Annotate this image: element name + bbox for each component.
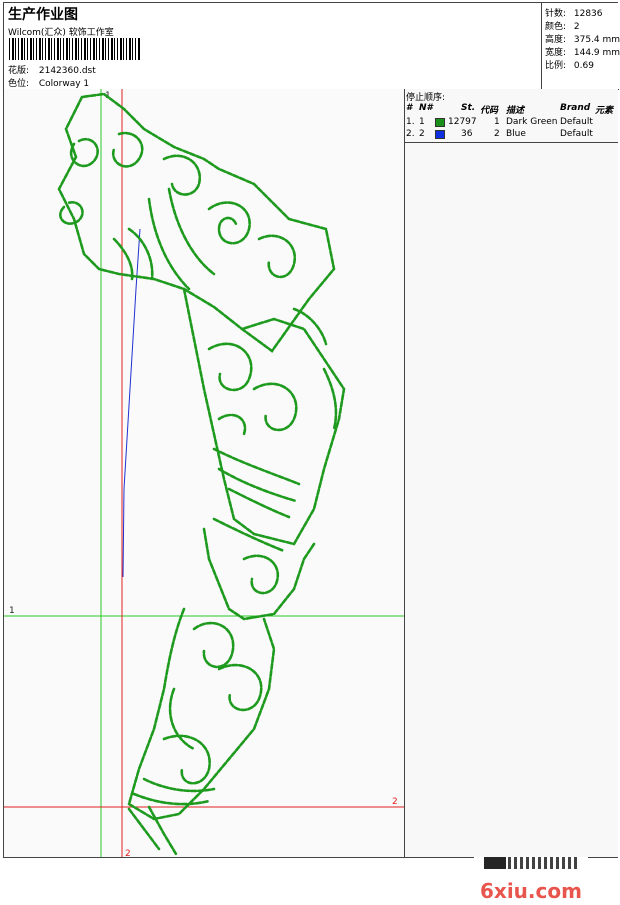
stop-sequence-title: 停止顺序: (406, 93, 446, 103)
stat-colors-label: 颜色: (545, 22, 567, 32)
row-brand: Default (560, 117, 593, 127)
col-number: N# (419, 103, 433, 113)
row-stitches: 12797 (448, 117, 477, 127)
table-row[interactable]: 2. 2 36 2 Blue Default (405, 129, 618, 141)
row-brand: Default (560, 129, 593, 139)
col-stitches: St. (461, 103, 476, 113)
stat-height-value: 375.4 mm (573, 35, 620, 45)
stat-scale: 比例: 0.69 (545, 58, 594, 71)
col-index: # (406, 103, 413, 113)
design-file-label: 花版: (8, 66, 30, 76)
col-element: 元素 (595, 106, 614, 116)
stat-scale-label: 比例: (545, 61, 567, 71)
marker-2-bottom: 2 (125, 849, 131, 857)
row-description: Blue (506, 129, 526, 139)
page-title: 生产作业图 (8, 7, 78, 23)
marker-2-right: 2 (392, 797, 398, 807)
stat-scale-value: 0.69 (573, 61, 594, 71)
stat-width-value: 144.9 mm (573, 48, 620, 58)
barcode (9, 38, 141, 60)
col-brand: Brand (560, 103, 591, 113)
stat-width-label: 宽度: (545, 48, 567, 58)
green-embroidery-motif (57, 92, 346, 856)
design-file-value: 2142360.dst (38, 66, 96, 76)
production-sheet: 生产作业图 Wilcom(汇众) 软饰工作室 花版: 2142360.dst 色… (3, 2, 620, 905)
table-divider (405, 142, 618, 143)
stop-sequence-panel: 停止顺序: # N# St. 代码 描述 Brand 元素 1. 1 12797… (405, 89, 618, 857)
row-code: 2 (494, 129, 500, 139)
stat-height-label: 高度: (545, 35, 567, 45)
design-canvas[interactable]: 1 1 2 2 6xiu.com (4, 89, 588, 905)
col-code: 代码 (480, 106, 499, 116)
row-stitches: 36 (461, 129, 473, 139)
stat-stitches-value: 12836 (573, 9, 603, 19)
row-index: 2. (406, 129, 415, 139)
row-description: Dark Green (506, 117, 558, 127)
blue-jump-stitch (122, 228, 141, 578)
row-index: 1. (406, 117, 415, 127)
marker-1-left: 1 (9, 606, 15, 616)
table-row[interactable]: 1. 1 12797 1 Dark Green Default (405, 117, 618, 129)
embroidery-preview: 1 1 2 2 (4, 89, 404, 857)
colorway-value: Colorway 1 (38, 79, 90, 89)
row-number: 1 (419, 117, 425, 127)
stat-width: 宽度: 144.9 mm (545, 45, 620, 58)
colorway-row: 色位: Colorway 1 (8, 76, 89, 89)
color-swatch (435, 130, 445, 139)
colorway-label: 色位: (8, 79, 30, 89)
design-file-row: 花版: 2142360.dst (8, 63, 96, 76)
stat-colors-value: 2 (573, 22, 580, 32)
row-number: 2 (419, 129, 425, 139)
stop-table-header: # N# St. 代码 描述 Brand 元素 (405, 103, 618, 116)
stat-height: 高度: 375.4 mm (545, 32, 620, 45)
stat-stitches-label: 针数: (545, 9, 567, 19)
stat-stitches: 针数: 12836 (545, 6, 603, 19)
studio-name: Wilcom(汇众) 软饰工作室 (8, 28, 114, 38)
col-description: 描述 (506, 106, 525, 116)
stat-colors: 颜色: 2 (545, 19, 580, 32)
stats-panel: 针数: 12836 颜色: 2 高度: 375.4 mm 宽度: 144.9 m… (541, 3, 620, 90)
header-panel: 生产作业图 Wilcom(汇众) 软饰工作室 花版: 2142360.dst 色… (4, 3, 541, 90)
watermark-text: 6xiu.com (480, 879, 582, 903)
color-swatch (435, 118, 445, 127)
row-code: 1 (494, 117, 500, 127)
